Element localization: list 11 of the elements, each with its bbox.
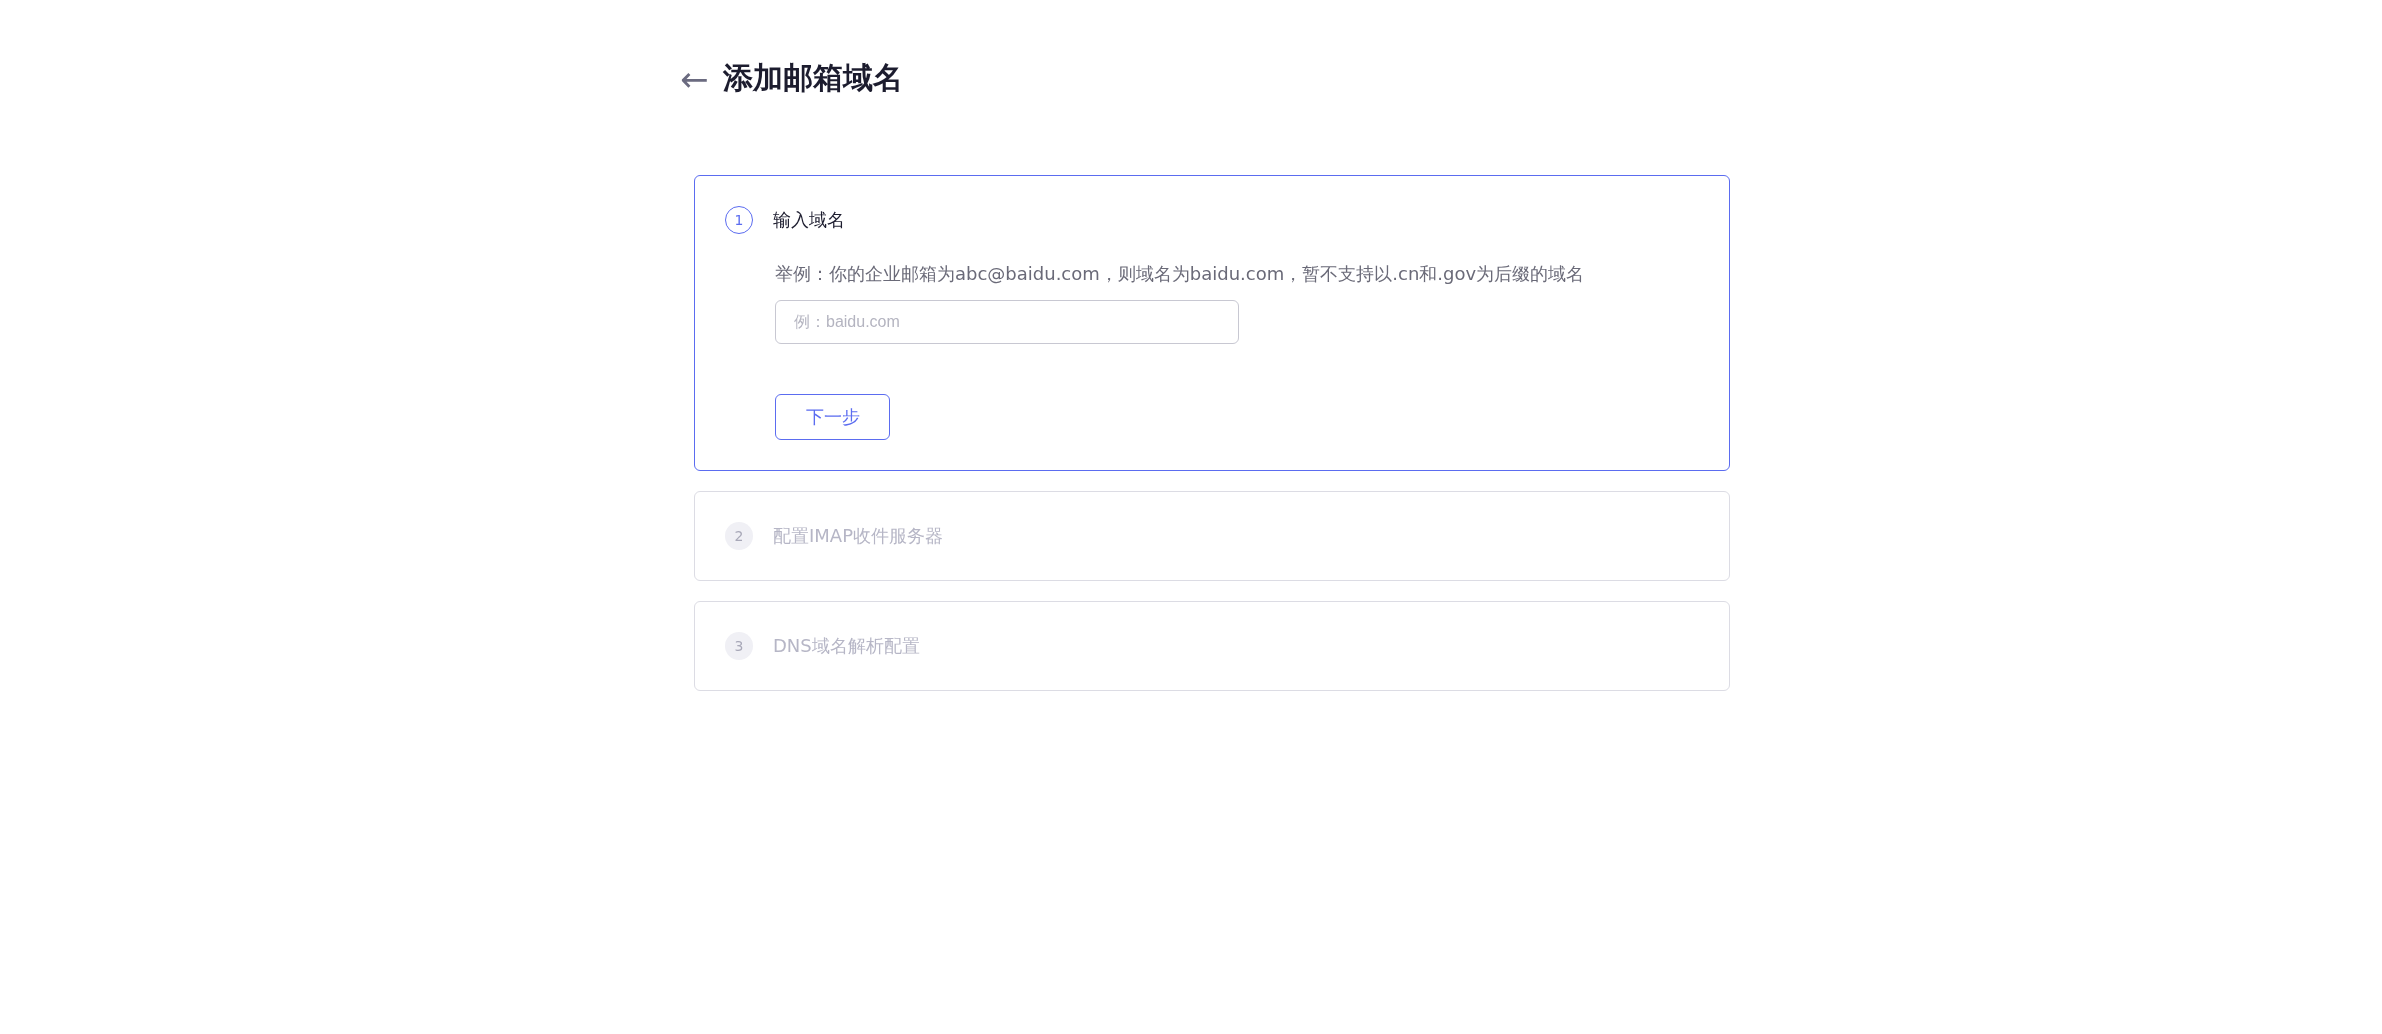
- back-button[interactable]: ←: [680, 61, 709, 96]
- page-title: 添加邮箱域名: [722, 59, 903, 97]
- step-title: 输入域名: [773, 208, 845, 232]
- step-title: DNS域名解析配置: [773, 634, 920, 658]
- step-title: 配置IMAP收件服务器: [773, 524, 943, 548]
- hint-text: 举例：你的企业邮箱为abc@baidu.com，则域名为baidu.com，暂不支持以.cn和.gov为后缀的域名: [775, 262, 1585, 286]
- step-number: 1: [725, 206, 753, 234]
- step-number: 2: [725, 522, 753, 550]
- domain-input-field[interactable]: 例：baidu.com: [775, 300, 1239, 344]
- step-number: 3: [725, 632, 753, 660]
- next-step-button[interactable]: 下一步: [775, 394, 890, 440]
